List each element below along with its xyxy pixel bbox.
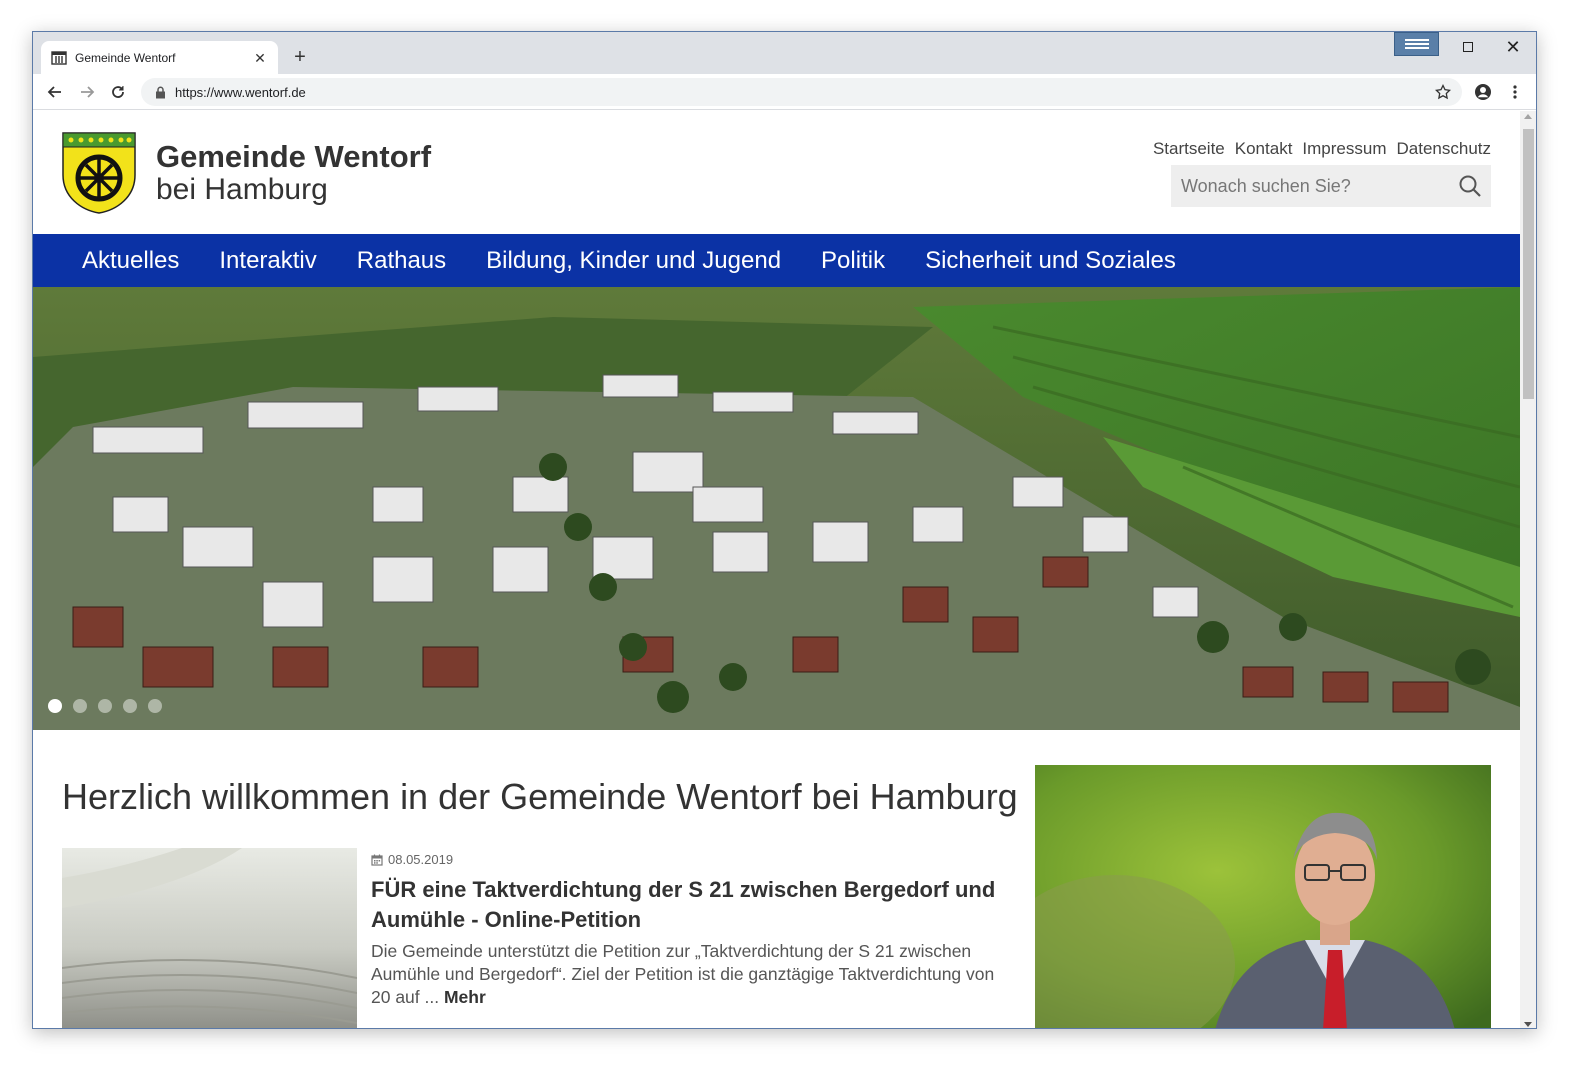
news-thumbnail[interactable] bbox=[62, 848, 357, 1028]
url-text: https://www.wentorf.de bbox=[175, 84, 306, 100]
lock-icon bbox=[153, 85, 167, 99]
nav-item-sicherheit[interactable]: Sicherheit und Soziales bbox=[925, 247, 1176, 275]
nav-item-bildung[interactable]: Bildung, Kinder und Jugend bbox=[486, 247, 781, 275]
news-teaser: Die Gemeinde unterstützt die Petition zu… bbox=[371, 940, 1001, 1009]
nav-item-rathaus[interactable]: Rathaus bbox=[357, 247, 446, 275]
slider-dots bbox=[48, 699, 162, 713]
arrow-left-icon bbox=[47, 86, 61, 98]
vertical-scrollbar[interactable] bbox=[1520, 111, 1536, 1028]
scroll-down-icon[interactable] bbox=[1524, 1022, 1532, 1027]
news-date-text: 08.05.2019 bbox=[388, 852, 454, 867]
nav-item-interaktiv[interactable]: Interaktiv bbox=[219, 247, 316, 275]
tab-title: Gemeinde Wentorf bbox=[75, 50, 176, 65]
link-kontakt[interactable]: Kontakt bbox=[1235, 139, 1293, 159]
window-menu-button[interactable] bbox=[1394, 32, 1439, 56]
nav-item-aktuelles[interactable]: Aktuelles bbox=[82, 247, 179, 275]
calendar-icon bbox=[371, 854, 383, 866]
site-subtitle[interactable]: bei Hamburg bbox=[156, 173, 328, 207]
slider-dot[interactable] bbox=[48, 699, 62, 713]
link-startseite[interactable]: Startseite bbox=[1153, 139, 1225, 159]
building-favicon-icon bbox=[51, 50, 67, 66]
browser-tab[interactable]: Gemeinde Wentorf ✕ bbox=[41, 41, 278, 74]
back-button[interactable] bbox=[43, 80, 67, 104]
maximize-icon bbox=[1463, 42, 1473, 52]
maximize-button[interactable] bbox=[1448, 32, 1488, 62]
coat-of-arms-logo[interactable] bbox=[61, 131, 137, 215]
tab-close-icon[interactable]: ✕ bbox=[252, 50, 268, 66]
site-title[interactable]: Gemeinde Wentorf bbox=[156, 139, 431, 175]
search-icon[interactable] bbox=[1449, 165, 1491, 207]
bookmark-star-icon[interactable] bbox=[1431, 80, 1455, 104]
news-title[interactable]: FÜR eine Taktverdichtung der S 21 zwisch… bbox=[371, 875, 1001, 935]
slider-dot[interactable] bbox=[98, 699, 112, 713]
meta-navigation: Startseite Kontakt Impressum Datenschutz bbox=[1153, 139, 1491, 159]
aerial-photo bbox=[33, 287, 1520, 730]
page-viewport: Gemeinde Wentorf bei Hamburg Startseite … bbox=[33, 111, 1520, 1028]
news-date: 08.05.2019 bbox=[371, 852, 453, 867]
slider-dot[interactable] bbox=[73, 699, 87, 713]
window-close-button[interactable]: ✕ bbox=[1493, 32, 1533, 62]
scroll-up-icon[interactable] bbox=[1524, 114, 1532, 119]
account-icon[interactable] bbox=[1471, 80, 1495, 104]
news-more-link[interactable]: Mehr bbox=[444, 987, 486, 1007]
main-navigation: Aktuelles Interaktiv Rathaus Bildung, Ki… bbox=[33, 234, 1520, 287]
browser-window: Gemeinde Wentorf ✕ + ✕ https://www.wento… bbox=[32, 31, 1537, 1029]
search-box[interactable]: Wonach suchen Sie? bbox=[1171, 165, 1491, 207]
scrollbar-thumb[interactable] bbox=[1523, 129, 1534, 399]
link-datenschutz[interactable]: Datenschutz bbox=[1397, 139, 1492, 159]
search-input[interactable]: Wonach suchen Sie? bbox=[1181, 176, 1449, 197]
hero-slider[interactable] bbox=[33, 287, 1520, 730]
welcome-heading: Herzlich willkommen in der Gemeinde Went… bbox=[62, 776, 1018, 817]
address-bar[interactable]: https://www.wentorf.de bbox=[141, 78, 1462, 106]
slider-dot[interactable] bbox=[148, 699, 162, 713]
reload-button[interactable] bbox=[106, 80, 130, 104]
slider-dot[interactable] bbox=[123, 699, 137, 713]
new-tab-button[interactable]: + bbox=[289, 46, 311, 68]
mayor-portrait bbox=[1035, 765, 1491, 1028]
reload-icon bbox=[112, 86, 124, 98]
nav-item-politik[interactable]: Politik bbox=[821, 247, 885, 275]
browser-toolbar: https://www.wentorf.de bbox=[33, 74, 1536, 110]
arrow-right-icon bbox=[81, 86, 95, 98]
kebab-menu-icon[interactable] bbox=[1503, 80, 1527, 104]
link-impressum[interactable]: Impressum bbox=[1302, 139, 1386, 159]
tab-strip: Gemeinde Wentorf ✕ + ✕ bbox=[33, 32, 1536, 74]
forward-button[interactable] bbox=[75, 80, 99, 104]
